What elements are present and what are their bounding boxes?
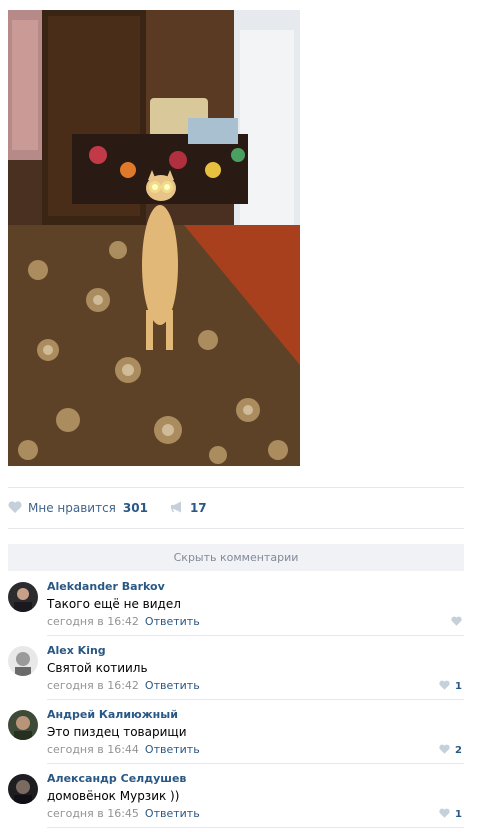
like-label: Мне нравится <box>28 501 116 515</box>
post-photo[interactable] <box>8 10 300 466</box>
comment-text: Такого ещё не видел <box>47 597 181 611</box>
comment: Alex King Святой котииль сегодня в 16:42… <box>8 636 464 700</box>
post-photo-illustration <box>8 10 300 466</box>
heart-icon <box>439 679 450 693</box>
comment-like-button[interactable]: 1 <box>439 807 462 821</box>
divider-top <box>8 487 464 488</box>
hide-comments-button[interactable]: Скрыть комментарии <box>8 544 464 571</box>
heart-icon <box>451 615 462 629</box>
comment-like-count: 2 <box>455 744 462 756</box>
comment-time[interactable]: сегодня в 16:42 <box>47 615 139 628</box>
reply-button[interactable]: Ответить <box>145 679 200 692</box>
comment-meta: сегодня в 16:44 Ответить <box>47 743 200 756</box>
comment-time[interactable]: сегодня в 16:44 <box>47 743 139 756</box>
comment-meta: сегодня в 16:42 Ответить <box>47 615 200 628</box>
comment-author[interactable]: Alex King <box>47 644 106 657</box>
comment-meta: сегодня в 16:42 Ответить <box>47 679 200 692</box>
repost-count: 17 <box>189 501 207 515</box>
avatar[interactable] <box>8 646 38 676</box>
comment-author[interactable]: Александр Селдушев <box>47 772 186 785</box>
comment-time[interactable]: сегодня в 16:45 <box>47 807 139 820</box>
comment-author[interactable]: Alekdander Barkov <box>47 580 165 593</box>
heart-icon <box>439 807 450 821</box>
comment-like-count: 1 <box>455 808 462 820</box>
heart-icon <box>8 500 22 516</box>
comment-text: домовёнок Мурзик )) <box>47 789 180 803</box>
heart-icon <box>439 743 450 757</box>
hide-comments-label: Скрыть комментарии <box>173 551 299 564</box>
megaphone-icon <box>170 501 184 516</box>
comment-text: Святой котииль <box>47 661 148 675</box>
post-actions: Мне нравится 301 17 <box>8 498 229 518</box>
like-count: 301 <box>122 501 148 515</box>
avatar[interactable] <box>8 710 38 740</box>
comment-author[interactable]: Андрей Калиюжный <box>47 708 178 721</box>
avatar[interactable] <box>8 774 38 804</box>
like-button[interactable]: Мне нравится 301 <box>8 500 148 516</box>
reply-button[interactable]: Ответить <box>145 743 200 756</box>
comment: Андрей Калиюжный Это пиздец товарищи сег… <box>8 700 464 764</box>
reply-button[interactable]: Ответить <box>145 615 200 628</box>
comment: Александр Селдушев домовёнок Мурзик )) с… <box>8 764 464 828</box>
comment-like-count: 1 <box>455 680 462 692</box>
comment-like-button[interactable]: 1 <box>439 679 462 693</box>
reply-button[interactable]: Ответить <box>145 807 200 820</box>
comment-text: Это пиздец товарищи <box>47 725 187 739</box>
divider-bottom <box>8 528 464 529</box>
avatar[interactable] <box>8 582 38 612</box>
comment-divider <box>47 827 464 828</box>
comment-like-button[interactable] <box>451 615 462 629</box>
comment-time[interactable]: сегодня в 16:42 <box>47 679 139 692</box>
comment: Alekdander Barkov Такого ещё не видел се… <box>8 572 464 636</box>
comment-meta: сегодня в 16:45 Ответить <box>47 807 200 820</box>
repost-button[interactable]: 17 <box>170 501 207 516</box>
comment-like-button[interactable]: 2 <box>439 743 462 757</box>
